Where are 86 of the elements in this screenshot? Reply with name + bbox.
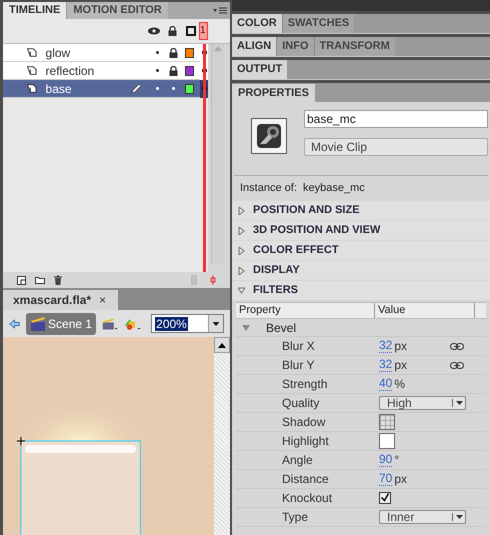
layer-name[interactable]: reflection bbox=[46, 62, 122, 80]
property-label: Highlight bbox=[282, 433, 330, 450]
layer-icon bbox=[27, 66, 37, 75]
panel-menu-icon[interactable] bbox=[213, 7, 227, 15]
section-header[interactable]: DISPLAY bbox=[232, 261, 490, 280]
properties-tab[interactable]: PROPERTIES bbox=[232, 84, 315, 102]
panel-tab[interactable]: INFO bbox=[276, 37, 314, 56]
dropdown[interactable]: Inner bbox=[379, 510, 466, 524]
property-label: Blur X bbox=[282, 338, 316, 355]
unit-label: px bbox=[394, 471, 408, 488]
scroll-up-icon bbox=[218, 342, 226, 348]
instance-of-label: Instance of: keybase_mc bbox=[240, 180, 365, 196]
panel-tab[interactable]: TRANSFORM bbox=[314, 37, 395, 56]
back-arrow-icon[interactable] bbox=[9, 318, 20, 330]
section-header[interactable]: COLOR EFFECT bbox=[232, 241, 490, 260]
layer-color-swatch[interactable] bbox=[184, 84, 194, 94]
layer-row[interactable]: reflection bbox=[3, 62, 208, 80]
section-header[interactable]: POSITION AND SIZE bbox=[232, 201, 490, 220]
value-link[interactable]: 40 bbox=[379, 377, 392, 391]
resize-grip-icon[interactable] bbox=[191, 275, 197, 285]
property-label: Distance bbox=[282, 471, 330, 488]
unit-label: px bbox=[394, 338, 408, 355]
link-icon[interactable] bbox=[450, 342, 464, 350]
section-header[interactable]: FILTERS bbox=[232, 281, 490, 300]
dropdown-arrow-icon bbox=[452, 398, 465, 408]
value-link[interactable]: 70 bbox=[379, 472, 392, 486]
checkbox[interactable] bbox=[379, 492, 391, 504]
panel-tab[interactable]: OUTPUT bbox=[232, 60, 288, 79]
layer-color-swatch[interactable] bbox=[184, 48, 194, 58]
clapperboard-icon bbox=[30, 316, 46, 330]
panel-tab[interactable]: MOTION EDITOR bbox=[66, 2, 168, 19]
layer-name[interactable]: glow bbox=[46, 44, 122, 62]
dropdown-arrow-icon bbox=[452, 512, 465, 522]
eye-icon[interactable] bbox=[148, 27, 160, 35]
panel-tab[interactable]: ALIGN bbox=[232, 37, 276, 56]
edit-symbols-icon[interactable] bbox=[102, 316, 118, 332]
property-label: Shadow bbox=[282, 414, 326, 431]
layer-name[interactable]: base bbox=[46, 80, 122, 98]
property-label: Strength bbox=[282, 376, 328, 393]
property-label: Knockout bbox=[282, 490, 334, 507]
document-title[interactable]: xmascard.fla* bbox=[13, 291, 92, 309]
property-label: Quality bbox=[282, 395, 320, 412]
panel-tab[interactable]: COLOR bbox=[232, 14, 282, 33]
zoom-field[interactable]: 200% bbox=[151, 314, 224, 333]
color-swatch[interactable] bbox=[379, 433, 395, 449]
link-icon[interactable] bbox=[450, 362, 464, 368]
frame-number[interactable]: 1 bbox=[199, 22, 208, 40]
trash-icon[interactable] bbox=[54, 275, 62, 285]
column-header[interactable]: Property bbox=[236, 303, 375, 318]
instance-name-field[interactable]: base_mc bbox=[304, 110, 488, 128]
scene-button[interactable]: Scene 1 bbox=[26, 312, 96, 334]
property-label: Blur Y bbox=[282, 357, 316, 374]
column-header[interactable]: Value bbox=[375, 303, 475, 318]
scroll-up-button[interactable] bbox=[214, 337, 230, 353]
layer-icon bbox=[27, 48, 37, 57]
outline-icon[interactable] bbox=[186, 26, 196, 36]
unit-label: % bbox=[394, 376, 406, 393]
property-label: Type bbox=[282, 509, 310, 526]
unit-label: px bbox=[394, 357, 408, 374]
symbol-type-dropdown[interactable]: Movie Clip bbox=[304, 138, 488, 156]
filter-name[interactable]: Bevel bbox=[266, 318, 296, 336]
document-tab[interactable]: xmascard.fla* × bbox=[3, 290, 118, 310]
folder-icon[interactable] bbox=[35, 276, 45, 284]
property-label: Angle bbox=[282, 452, 314, 469]
visible-dot-icon bbox=[156, 87, 159, 90]
section-header[interactable]: 3D POSITION AND VIEW bbox=[232, 221, 490, 240]
panel-tab[interactable]: SWATCHES bbox=[282, 14, 354, 33]
panel-tab[interactable]: TIMELINE bbox=[3, 2, 66, 19]
unit-label: ° bbox=[394, 452, 400, 469]
layer-color-swatch[interactable] bbox=[184, 66, 194, 76]
new-layer-icon[interactable] bbox=[17, 276, 26, 284]
layer-row[interactable]: base bbox=[3, 80, 208, 98]
layer-icon bbox=[27, 84, 37, 93]
scrollbar[interactable] bbox=[214, 337, 230, 535]
value-link[interactable]: 90 bbox=[379, 453, 392, 467]
playhead-icon[interactable] bbox=[210, 275, 216, 285]
value-link[interactable]: 32 bbox=[379, 358, 392, 372]
dropdown[interactable]: High bbox=[379, 396, 466, 410]
movie-clip-symbol-icon bbox=[251, 118, 287, 154]
visible-dot-icon bbox=[156, 51, 159, 54]
layer-row[interactable]: glow bbox=[3, 44, 208, 62]
scrollbar[interactable] bbox=[211, 44, 224, 264]
close-button[interactable]: × bbox=[99, 291, 106, 309]
value-link[interactable]: 32 bbox=[379, 339, 392, 353]
lock-icon[interactable] bbox=[168, 26, 177, 36]
visible-dot-icon bbox=[156, 69, 159, 72]
